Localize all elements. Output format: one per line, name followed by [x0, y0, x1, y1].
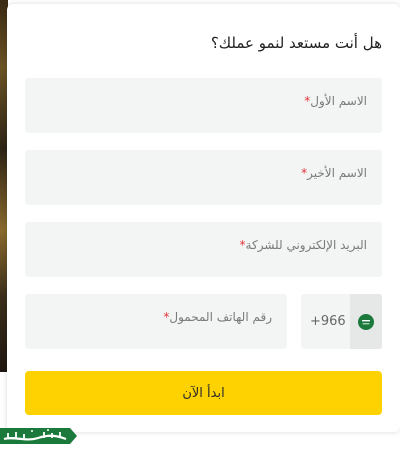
start-now-button[interactable]: ابدأ الآن	[25, 371, 382, 415]
form-title: هل أنت مستعد لنمو عملك؟	[210, 34, 382, 52]
mobile-phone-field[interactable]: رقم الهاتف المحمول*	[25, 294, 287, 349]
country-code-selector[interactable]: +966	[301, 294, 382, 349]
country-code-value: +966	[310, 314, 346, 329]
mobile-phone-placeholder: رقم الهاتف المحمول*	[163, 310, 272, 324]
signup-form-card: هل أنت مستعد لنمو عملك؟ الاسم الأول* الا…	[7, 4, 400, 432]
saudi-alezz-logo	[0, 428, 77, 444]
company-email-placeholder: البريد الإلكتروني للشركة*	[240, 238, 367, 252]
first-name-field[interactable]: الاسم الأول*	[25, 78, 382, 133]
flag-container	[350, 294, 382, 349]
saudi-flag-icon	[358, 313, 374, 330]
last-name-field[interactable]: الاسم الأخير*	[25, 150, 382, 205]
first-name-label: الاسم الأول	[310, 94, 367, 108]
company-email-field[interactable]: البريد الإلكتروني للشركة*	[25, 222, 382, 277]
company-email-label: البريد الإلكتروني للشركة	[245, 238, 367, 252]
last-name-label: الاسم الأخير	[307, 166, 367, 180]
first-name-placeholder: الاسم الأول*	[304, 94, 367, 108]
last-name-placeholder: الاسم الأخير*	[301, 166, 367, 180]
mobile-phone-label: رقم الهاتف المحمول	[169, 310, 272, 324]
